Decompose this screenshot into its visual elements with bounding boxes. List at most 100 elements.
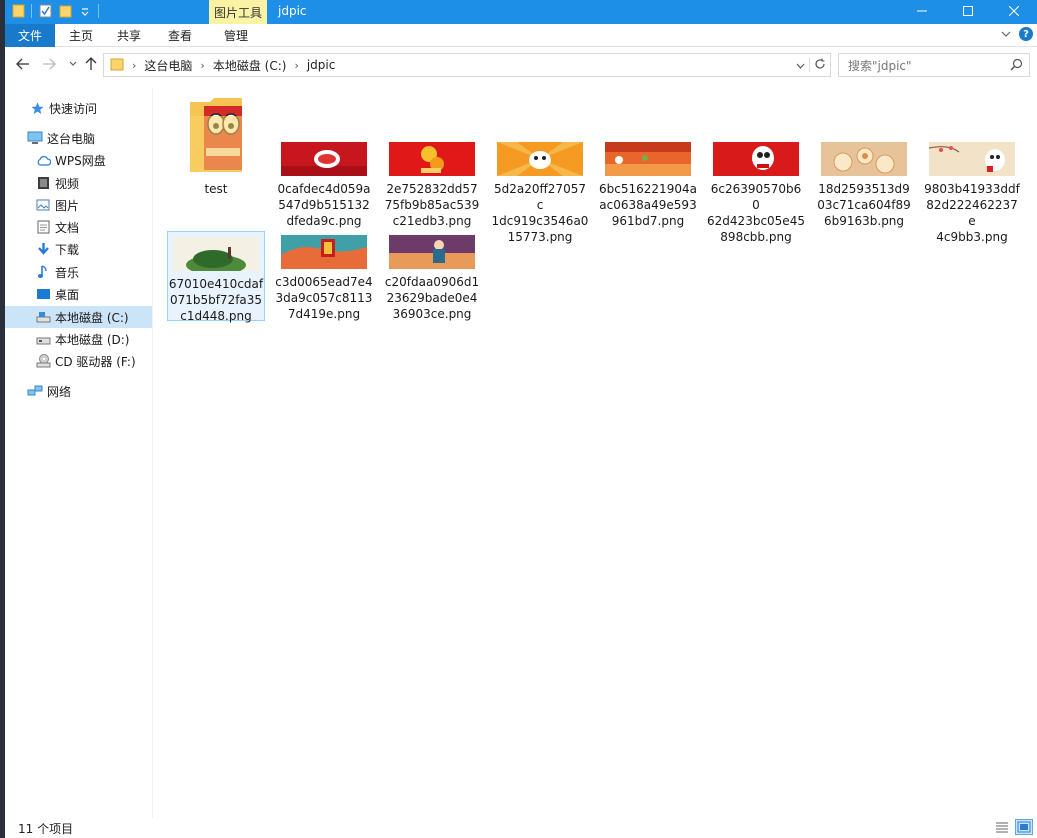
refresh-icon[interactable] (814, 58, 826, 73)
sidebar-item-label: 本地磁盘 (D:) (55, 332, 130, 347)
breadcrumb-this-pc[interactable]: 这台电脑 (144, 57, 192, 74)
sidebar-item-cd-drive-f[interactable]: CD 驱动器 (F:) (5, 350, 152, 372)
file-name: 0cafdec4d059a 547d9b515132 dfeda9c.png (277, 182, 371, 228)
new-folder-icon[interactable] (58, 3, 72, 19)
sidebar-item-local-disk-d[interactable]: 本地磁盘 (D:) (5, 328, 152, 350)
help-icon[interactable]: ? (1019, 27, 1033, 41)
desktop-icon (35, 286, 51, 302)
maximize-button[interactable] (945, 0, 991, 22)
folder-item[interactable]: test (167, 94, 265, 197)
file-name: 5d2a20ff27057c 1dc919c3546a0 15773.png (491, 182, 589, 244)
file-item[interactable]: 5d2a20ff27057c 1dc919c3546a0 15773.png (491, 142, 589, 245)
image-thumbnail-icon (389, 235, 475, 269)
up-button[interactable] (83, 56, 99, 72)
tab-manage[interactable]: 管理 (216, 24, 256, 47)
search-placeholder: 搜索"jdpic" (848, 58, 912, 73)
recent-locations-button[interactable] (65, 56, 81, 72)
details-view-icon (996, 822, 1008, 833)
file-name: 6c26390570b60 62d423bc05e45 898cbb.png (707, 182, 805, 244)
toolbar-divider (98, 4, 99, 18)
music-icon (35, 264, 51, 280)
sidebar-item-quick-access[interactable]: 快速访问 (5, 97, 152, 119)
folder-icon[interactable] (11, 3, 25, 19)
breadcrumb-local-disk-c[interactable]: 本地磁盘 (C:) (213, 57, 287, 74)
tab-view[interactable]: 查看 (160, 24, 200, 47)
file-item[interactable]: 2e752832dd57 75fb9b85ac539 c21edb3.png (383, 142, 481, 229)
sidebar-item-documents[interactable]: 文档 (5, 216, 152, 238)
navigation-bar: › 这台电脑 › 本地磁盘 (C:) › jdpic 搜索"jdpic" (5, 50, 1037, 80)
details-view-button[interactable] (993, 819, 1011, 835)
file-item-selected[interactable]: 67010e410cdaf 071b5bf72fa35 c1d448.png (167, 231, 265, 323)
address-history-chevron-icon[interactable] (796, 58, 805, 72)
search-input[interactable]: 搜索"jdpic" (838, 53, 1030, 77)
sidebar-item-label: 这台电脑 (47, 131, 96, 146)
file-name: test (204, 182, 228, 196)
sidebar-item-music[interactable]: 音乐 (5, 261, 152, 283)
breadcrumb-chevron-icon: › (294, 58, 299, 72)
ribbon-right-controls: ? (1001, 27, 1033, 41)
address-bar[interactable]: › 这台电脑 › 本地磁盘 (C:) › jdpic (103, 53, 831, 77)
breadcrumb-chevron-icon: › (200, 58, 205, 72)
tab-file[interactable]: 文件 (5, 24, 55, 47)
sidebar-item-downloads[interactable]: 下载 (5, 238, 152, 260)
expand-ribbon-icon[interactable] (1001, 27, 1011, 41)
sidebar-item-label: 桌面 (55, 287, 80, 302)
breadcrumb-jdpic[interactable]: jdpic (307, 58, 336, 72)
forward-button[interactable] (41, 56, 57, 72)
image-thumbnail-icon (281, 235, 367, 269)
image-thumbnail-icon (173, 237, 259, 271)
close-button[interactable] (991, 0, 1037, 22)
video-icon (35, 175, 51, 191)
sidebar-item-label: 视频 (55, 176, 80, 191)
sidebar-item-label: 下载 (55, 242, 80, 257)
file-item[interactable]: 6c26390570b60 62d423bc05e45 898cbb.png (707, 142, 805, 245)
status-bar: 11 个项目 (5, 818, 1037, 838)
sidebar-item-wps-cloud[interactable]: WPS网盘 (5, 149, 152, 171)
file-item[interactable]: 6bc516221904a ac0638a49e593 961bd7.png (599, 142, 697, 229)
breadcrumb-chevron-icon: › (132, 58, 137, 72)
star-icon (29, 100, 45, 116)
picture-tools-context-tab[interactable]: 图片工具 (209, 0, 267, 24)
tab-home[interactable]: 主页 (61, 24, 101, 47)
sidebar-item-local-disk-c[interactable]: 本地磁盘 (C:) (5, 306, 152, 328)
file-item[interactable]: 18d2593513d9 03c71ca604f89 6b9163b.png (815, 142, 913, 229)
minimize-button[interactable] (899, 0, 945, 22)
properties-icon[interactable] (38, 3, 52, 19)
back-arrow-icon (16, 58, 29, 70)
cd-drive-icon (35, 353, 51, 369)
large-icons-view-icon (1017, 821, 1031, 833)
sidebar-item-label: 文档 (55, 220, 80, 235)
address-divider (809, 58, 810, 72)
up-arrow-icon (85, 57, 97, 70)
sidebar-item-network[interactable]: 网络 (5, 380, 152, 402)
file-item[interactable]: c20fdaa0906d1 23629bade0e4 36903ce.png (383, 235, 481, 322)
view-toggles (993, 819, 1033, 835)
tab-share[interactable]: 共享 (109, 24, 149, 47)
folder-icon (110, 57, 124, 74)
image-thumbnail-icon (929, 142, 1015, 176)
search-icon[interactable] (1010, 58, 1023, 74)
sidebar-item-label: CD 驱动器 (F:) (55, 354, 136, 369)
drive-icon (35, 309, 51, 325)
large-icons-view-button[interactable] (1015, 819, 1033, 835)
sidebar-item-videos[interactable]: 视频 (5, 172, 152, 194)
close-icon (1009, 6, 1019, 16)
computer-icon (27, 130, 43, 146)
picture-icon (35, 197, 51, 213)
item-count: 11 个项目 (18, 821, 74, 836)
title-bar: 图片工具 jdpic (5, 0, 1037, 24)
sidebar-item-pictures[interactable]: 图片 (5, 194, 152, 216)
file-name: 67010e410cdaf 071b5bf72fa35 c1d448.png (168, 277, 264, 323)
image-thumbnail-icon (605, 142, 691, 176)
file-item[interactable]: 0cafdec4d059a 547d9b515132 dfeda9c.png (275, 142, 373, 229)
customize-toolbar-icon[interactable] (78, 3, 92, 19)
file-item[interactable]: c3d0065ead7e4 3da9c057c8113 7d419e.png (275, 235, 373, 322)
sidebar-item-desktop[interactable]: 桌面 (5, 283, 152, 305)
image-thumbnail-icon (497, 142, 583, 176)
back-button[interactable] (15, 56, 31, 72)
file-list-view: test 0cafdec4d059a 547d9b515132 dfeda9c.pn… (153, 80, 1037, 818)
file-item[interactable]: 9803b41933ddf 82d222462237e 4c9bb3.png (923, 142, 1021, 245)
image-thumbnail-icon (713, 142, 799, 176)
address-bar-actions (796, 54, 830, 76)
sidebar-item-this-pc[interactable]: 这台电脑 (5, 127, 152, 149)
